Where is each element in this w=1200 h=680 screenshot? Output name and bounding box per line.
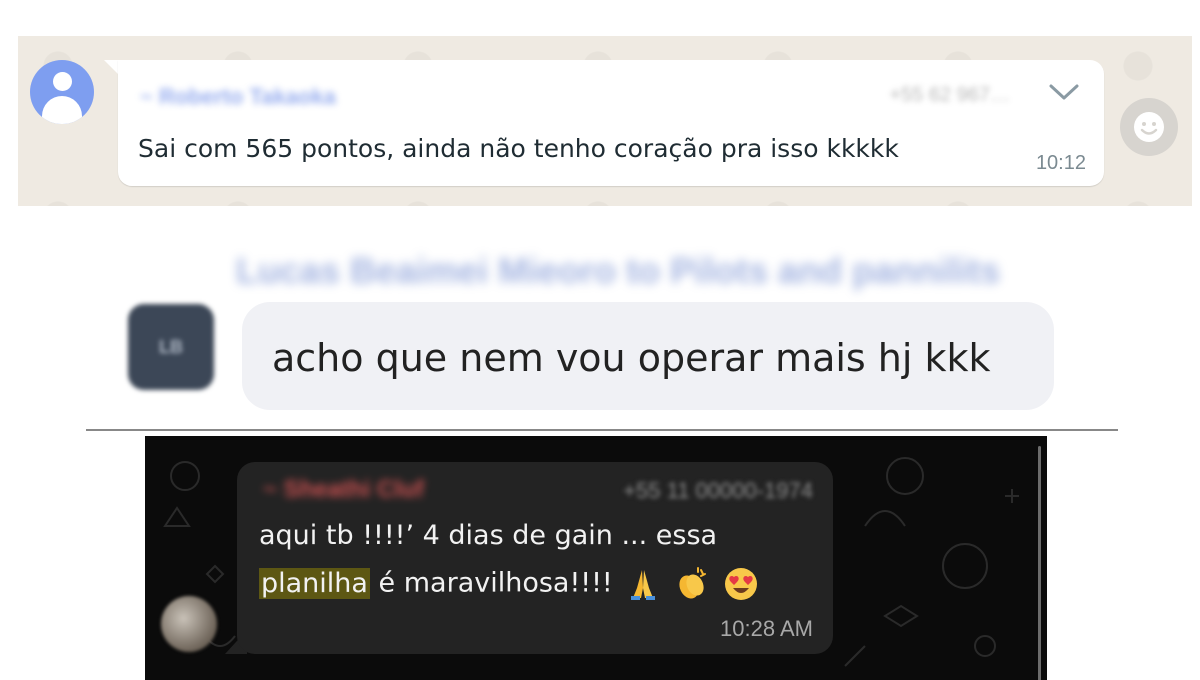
sender-name[interactable]: ~ Sheathi Cluf [263,476,424,504]
highlighted-word: planilha [259,567,370,599]
message-line-2: planilha é maravilhosa!!!! [259,566,759,602]
message-bubble[interactable]: ~ Sheathi Cluf +55 11 00000-1974 aqui tb… [237,462,833,654]
avatar-initials: LB [159,336,183,357]
message-time: 10:28 AM [720,616,813,641]
message-bubble[interactable]: acho que nem vou operar mais hj kkk [242,302,1054,410]
folded-hands-icon [631,570,656,600]
message-line-1: aqui tb !!!!’ 4 dias de gain ... essa [259,520,718,551]
contact-avatar[interactable] [30,60,94,124]
message-line-2-rest: é maravilhosa!!!! [369,567,613,599]
whatsapp-light-panel: ~ Roberto Takaoka +55 62 967… Sai com 56… [18,36,1192,206]
chevron-down-icon[interactable] [1048,82,1080,102]
message-time: 10:12 [1035,152,1086,174]
sender-phone: +55 11 00000-1974 [623,478,813,503]
heart-eyes-icon [724,568,757,600]
react-button[interactable] [1120,98,1178,156]
scrollbar[interactable] [1038,446,1041,680]
panel-divider [86,429,1118,431]
avatar-head-shape [53,72,72,91]
contact-avatar[interactable] [161,596,217,652]
forwarded-header: Lucas Beaimei Mieoro to Pilots and panni… [236,250,1001,291]
message-text: acho que nem vou operar mais hj kkk [272,336,991,380]
clapping-hands-icon [679,567,706,599]
avatar-body-shape [42,96,82,124]
sender-phone: +55 62 967… [889,84,1010,106]
message-bubble[interactable]: ~ Roberto Takaoka +55 62 967… Sai com 56… [118,60,1104,186]
sender-name[interactable]: ~ Roberto Takaoka [140,84,336,110]
whatsapp-dark-panel: ~ Sheathi Cluf +55 11 00000-1974 aqui tb… [145,436,1047,680]
message-text: Sai com 565 pontos, ainda não tenho cora… [138,134,899,163]
contact-avatar[interactable]: LB [128,304,214,390]
emoji-smile-icon [1134,112,1164,142]
